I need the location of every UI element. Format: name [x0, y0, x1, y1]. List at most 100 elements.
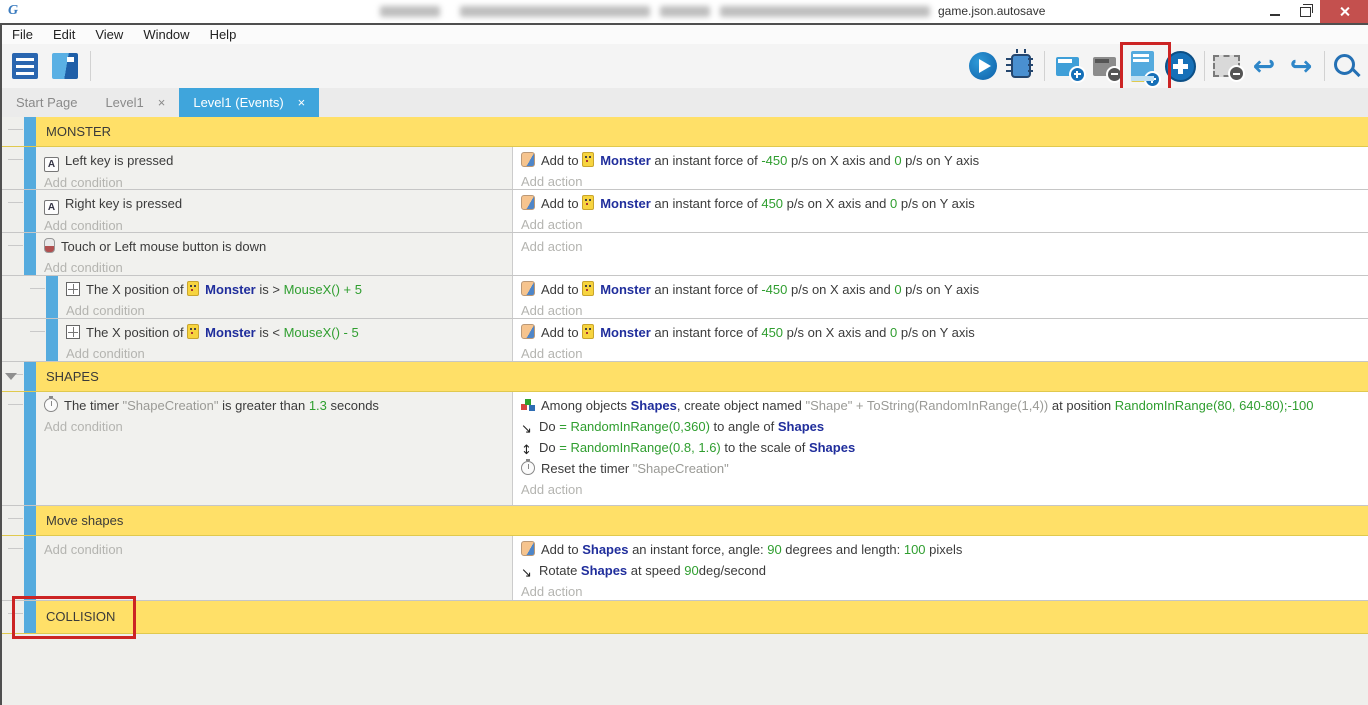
- menu-view[interactable]: View: [91, 27, 133, 42]
- collapse-arrow-icon[interactable]: [5, 373, 17, 380]
- comment-label[interactable]: SHAPES: [36, 362, 1368, 391]
- comment-row-collision[interactable]: COLLISION: [2, 601, 1368, 634]
- close-button[interactable]: [1320, 0, 1368, 23]
- comment-label[interactable]: COLLISION: [36, 601, 1368, 633]
- remove-selection-icon: [1213, 55, 1240, 77]
- add-action-link[interactable]: Add action: [521, 171, 1360, 192]
- text-segment: Shapes: [582, 542, 628, 557]
- conditions-cell[interactable]: The timer "ShapeCreation" is greater tha…: [36, 392, 512, 505]
- comment-label[interactable]: Move shapes: [36, 506, 1368, 535]
- debug-button[interactable]: [1004, 48, 1038, 84]
- condition-line[interactable]: Right key is pressed: [44, 193, 504, 215]
- restore-button[interactable]: [1290, 0, 1320, 23]
- text-segment: p/s on Y axis: [902, 282, 980, 297]
- conditions-cell[interactable]: The X position of Monster is > MouseX() …: [58, 276, 512, 318]
- add-condition-link[interactable]: Add condition: [44, 257, 504, 278]
- comment-row-move-shapes[interactable]: Move shapes: [2, 506, 1368, 536]
- action-line[interactable]: Add to Monster an instant force of 450 p…: [521, 322, 1360, 343]
- comment-row-monster[interactable]: MONSTER: [2, 117, 1368, 147]
- add-action-link[interactable]: Add action: [521, 343, 1360, 364]
- actions-cell[interactable]: Add to Monster an instant force of 450 p…: [512, 190, 1368, 232]
- add-condition-link[interactable]: Add condition: [66, 343, 504, 364]
- action-line[interactable]: Add to Monster an instant force of 450 p…: [521, 193, 1360, 214]
- event-row[interactable]: Add condition Add to Shapes an instant f…: [2, 536, 1368, 601]
- play-button[interactable]: [966, 48, 1000, 84]
- text-segment: to the scale of: [721, 440, 809, 455]
- tab-close-icon[interactable]: ×: [298, 95, 306, 110]
- add-action-link[interactable]: Add action: [521, 300, 1360, 321]
- project-manager-button[interactable]: [8, 48, 42, 84]
- scene-editor-button[interactable]: [48, 48, 82, 84]
- action-line[interactable]: Rotate Shapes at speed 90deg/second: [521, 560, 1360, 581]
- actions-cell[interactable]: Add to Monster an instant force of 450 p…: [512, 319, 1368, 361]
- add-action-link[interactable]: Add action: [521, 581, 1360, 602]
- text-segment: p/s on Y axis: [897, 325, 975, 340]
- sub-event-row[interactable]: The X position of Monster is > MouseX() …: [2, 276, 1368, 319]
- event-gutter: [2, 233, 36, 275]
- action-line[interactable]: Do = RandomInRange(0,360) to angle of Sh…: [521, 416, 1360, 437]
- conditions-cell[interactable]: Left key is pressed Add condition: [36, 147, 512, 189]
- add-action-link[interactable]: Add action: [521, 214, 1360, 235]
- actions-cell[interactable]: Add action: [512, 233, 1368, 275]
- tab-close-icon[interactable]: ×: [158, 95, 166, 110]
- actions-cell[interactable]: Add to Shapes an instant force, angle: 9…: [512, 536, 1368, 600]
- sub-event-row[interactable]: The X position of Monster is < MouseX() …: [2, 319, 1368, 362]
- add-action-link[interactable]: Add action: [521, 236, 1360, 257]
- conditions-cell[interactable]: The X position of Monster is < MouseX() …: [58, 319, 512, 361]
- text-segment: Touch or Left mouse button is down: [61, 239, 266, 254]
- key-icon: [44, 200, 59, 215]
- menu-help[interactable]: Help: [206, 27, 247, 42]
- condition-line[interactable]: The X position of Monster is > MouseX() …: [66, 279, 504, 300]
- add-action-link[interactable]: Add action: [521, 479, 1360, 500]
- action-line[interactable]: Add to Monster an instant force of -450 …: [521, 279, 1360, 300]
- condition-line[interactable]: The X position of Monster is < MouseX() …: [66, 322, 504, 343]
- condition-line[interactable]: Touch or Left mouse button is down: [44, 236, 504, 257]
- text-segment: MouseX() - 5: [284, 325, 359, 340]
- text-segment: an instant force of: [651, 196, 762, 211]
- remove-selection-button[interactable]: [1209, 48, 1243, 84]
- event-row[interactable]: The timer "ShapeCreation" is greater tha…: [2, 392, 1368, 506]
- action-line[interactable]: Add to Monster an instant force of -450 …: [521, 150, 1360, 171]
- conditions-cell[interactable]: Right key is pressed Add condition: [36, 190, 512, 232]
- menu-edit[interactable]: Edit: [49, 27, 85, 42]
- add-condition-link[interactable]: Add condition: [66, 300, 504, 321]
- text-segment: Shapes: [809, 440, 855, 455]
- add-condition-link[interactable]: Add condition: [44, 539, 504, 560]
- actions-cell[interactable]: Add to Monster an instant force of -450 …: [512, 276, 1368, 318]
- conditions-cell[interactable]: Touch or Left mouse button is down Add c…: [36, 233, 512, 275]
- action-line[interactable]: Reset the timer "ShapeCreation": [521, 458, 1360, 479]
- redo-button[interactable]: ↪: [1284, 48, 1318, 84]
- add-event-button[interactable]: [1050, 48, 1084, 84]
- text-segment: Add to: [541, 542, 582, 557]
- condition-line[interactable]: The timer "ShapeCreation" is greater tha…: [44, 395, 504, 416]
- redo-icon: ↪: [1290, 53, 1313, 80]
- action-line[interactable]: Do = RandomInRange(0.8, 1.6) to the scal…: [521, 437, 1360, 458]
- actions-cell[interactable]: Among objects Shapes, create object name…: [512, 392, 1368, 505]
- event-row[interactable]: Right key is pressed Add condition Add t…: [2, 190, 1368, 233]
- undo-button[interactable]: ↩: [1247, 48, 1281, 84]
- add-condition-link[interactable]: Add condition: [44, 416, 504, 437]
- search-button[interactable]: [1330, 48, 1364, 84]
- event-row[interactable]: Left key is pressed Add condition Add to…: [2, 147, 1368, 190]
- tab-start-page[interactable]: Start Page: [2, 88, 91, 117]
- action-line[interactable]: Among objects Shapes, create object name…: [521, 395, 1360, 416]
- action-line[interactable]: Add to Shapes an instant force, angle: 9…: [521, 539, 1360, 560]
- tab-level1-events[interactable]: Level1 (Events) ×: [179, 88, 319, 117]
- menu-window[interactable]: Window: [139, 27, 199, 42]
- minimize-icon: [1270, 14, 1280, 16]
- comment-label[interactable]: MONSTER: [36, 117, 1368, 146]
- conditions-cell[interactable]: Add condition: [36, 536, 512, 600]
- condition-line[interactable]: Left key is pressed: [44, 150, 504, 172]
- text-segment: "ShapeCreation": [123, 398, 219, 413]
- event-bar: [24, 117, 36, 146]
- minimize-button[interactable]: [1260, 0, 1290, 23]
- event-gutter: [2, 392, 36, 505]
- actions-cell[interactable]: Add to Monster an instant force of -450 …: [512, 147, 1368, 189]
- monster-icon: [582, 324, 594, 339]
- app-logo-icon: G: [8, 3, 26, 19]
- event-row[interactable]: Touch or Left mouse button is down Add c…: [2, 233, 1368, 276]
- menu-file[interactable]: File: [8, 27, 43, 42]
- add-subevent-button[interactable]: [1087, 48, 1121, 84]
- tab-level1[interactable]: Level1 ×: [91, 88, 179, 117]
- comment-row-shapes[interactable]: SHAPES: [2, 362, 1368, 392]
